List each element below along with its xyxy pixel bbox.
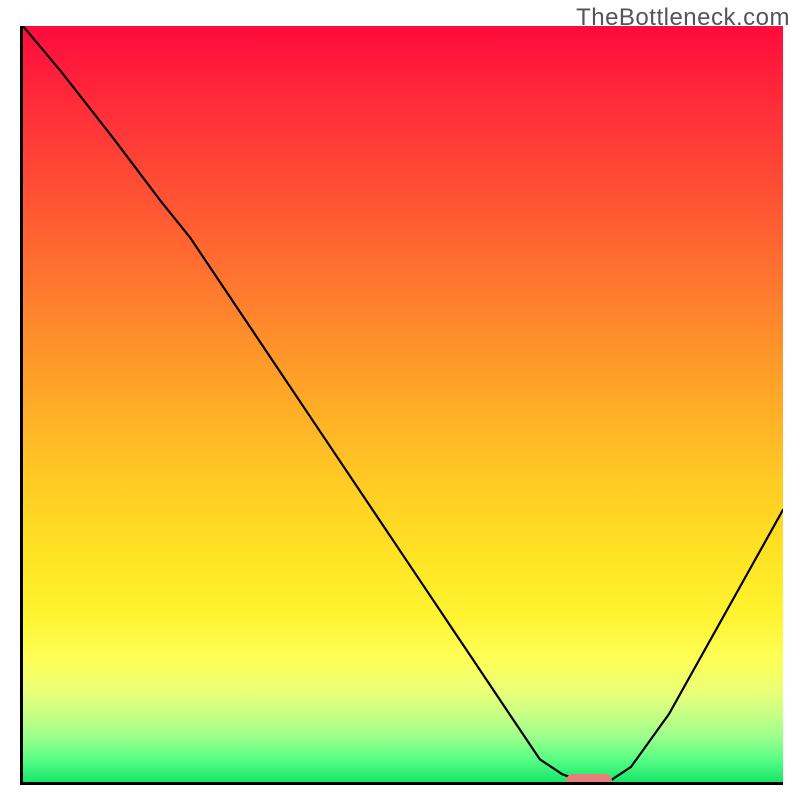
optimal-range-marker [566,774,612,785]
curve-layer [23,26,783,782]
plot-area [20,26,783,785]
chart-stage: TheBottleneck.com [0,0,800,800]
bottleneck-curve [23,26,783,782]
